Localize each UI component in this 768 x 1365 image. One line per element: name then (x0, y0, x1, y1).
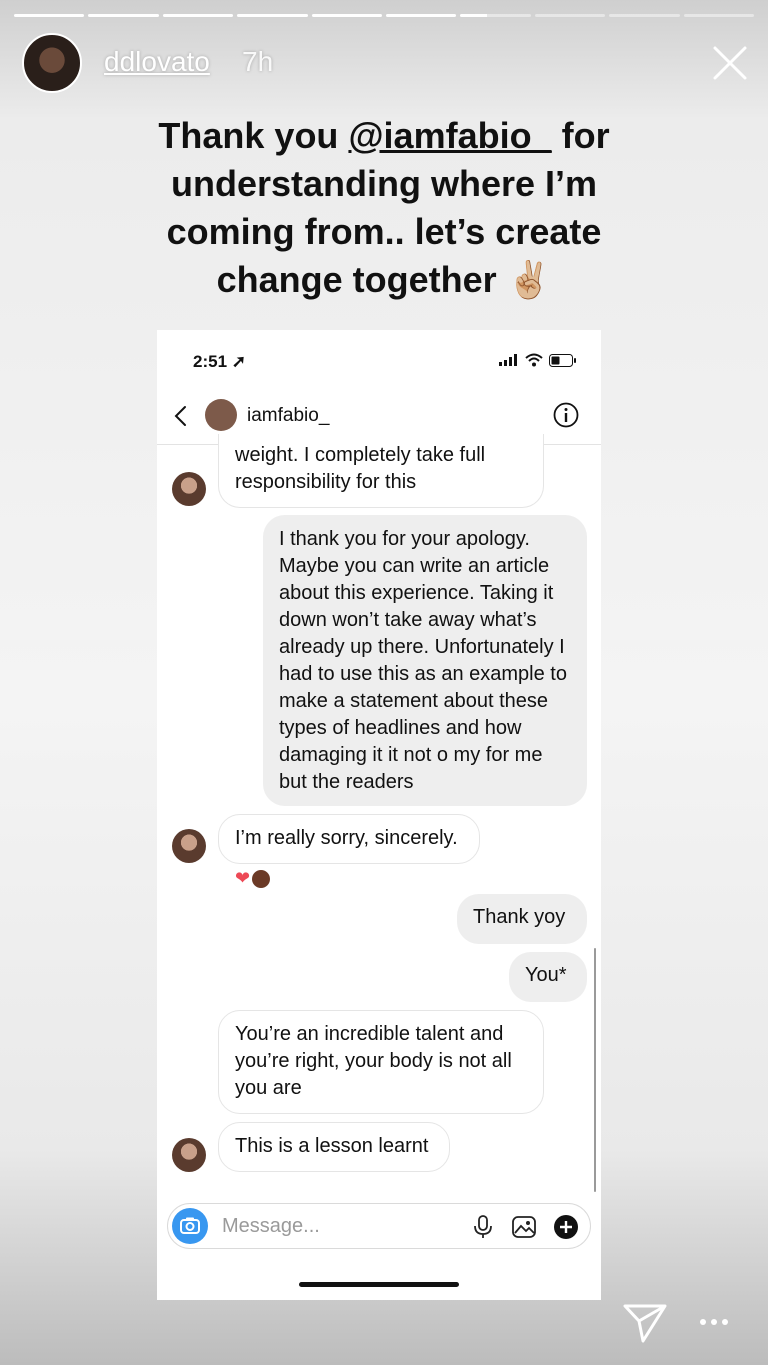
story-progress-bar (14, 14, 755, 17)
progress-segment (311, 14, 383, 17)
camera-button[interactable] (172, 1208, 208, 1244)
story-username[interactable]: ddlovato (104, 46, 210, 78)
progress-segment (237, 14, 308, 17)
dm-screenshot: 2:51 ➚ iamfabio_ weight. I completely ta… (157, 330, 601, 1300)
signal-icon (499, 354, 517, 366)
camera-icon (180, 1217, 200, 1234)
message-bubble-incoming: I’m really sorry, sincerely. (218, 814, 480, 864)
close-icon[interactable] (712, 45, 748, 81)
message-bubble-outgoing: You* (509, 952, 587, 1002)
more-icon[interactable] (699, 1316, 729, 1328)
plus-circle-icon[interactable] (553, 1214, 579, 1240)
info-icon[interactable] (553, 402, 579, 428)
caption-text: Thank you (158, 115, 349, 156)
heart-icon: ❤ (235, 868, 251, 888)
chevron-left-icon[interactable] (171, 404, 191, 428)
message-bubble-outgoing: Thank yoy (457, 894, 587, 944)
progress-segment (683, 14, 755, 17)
send-icon[interactable] (622, 1302, 668, 1344)
caption-mention[interactable]: @iamfabio_ (348, 115, 551, 156)
progress-segment (162, 14, 234, 17)
contact-avatar[interactable] (205, 399, 237, 431)
sender-avatar[interactable] (172, 829, 206, 863)
message-bubble-incoming: This is a lesson learnt (218, 1122, 450, 1172)
progress-segment-current (460, 14, 531, 17)
home-indicator (299, 1282, 459, 1287)
progress-segment (88, 14, 159, 17)
wifi-icon (525, 353, 543, 367)
sender-avatar[interactable] (172, 1138, 206, 1172)
reactor-avatar (252, 869, 271, 888)
message-bubble-outgoing: I thank you for your apology. Maybe you … (263, 515, 587, 806)
battery-icon (549, 353, 576, 367)
profile-avatar[interactable] (22, 33, 82, 93)
message-input[interactable]: Message... (222, 1215, 320, 1238)
status-time: 2:51 ➚ (193, 352, 246, 371)
message-bubble-incoming: You’re an incredible talent and you’re r… (218, 1010, 544, 1114)
message-reactions[interactable]: ❤ (235, 868, 271, 889)
progress-segment (609, 14, 680, 17)
progress-segment (386, 14, 457, 17)
progress-segment (534, 14, 606, 17)
microphone-icon[interactable] (470, 1214, 496, 1240)
message-composer[interactable]: Message... (167, 1203, 591, 1249)
story-caption: Thank you @iamfabio_ for understanding w… (150, 112, 618, 304)
sender-avatar[interactable] (172, 472, 206, 506)
progress-segment (14, 14, 85, 17)
scrollbar[interactable] (594, 948, 596, 1192)
status-icons (499, 353, 577, 367)
message-bubble-incoming: weight. I completely take full responsib… (218, 434, 544, 508)
gallery-icon[interactable] (511, 1214, 537, 1240)
story-time-ago: 7h (242, 46, 274, 77)
contact-name[interactable]: iamfabio_ (247, 405, 329, 427)
